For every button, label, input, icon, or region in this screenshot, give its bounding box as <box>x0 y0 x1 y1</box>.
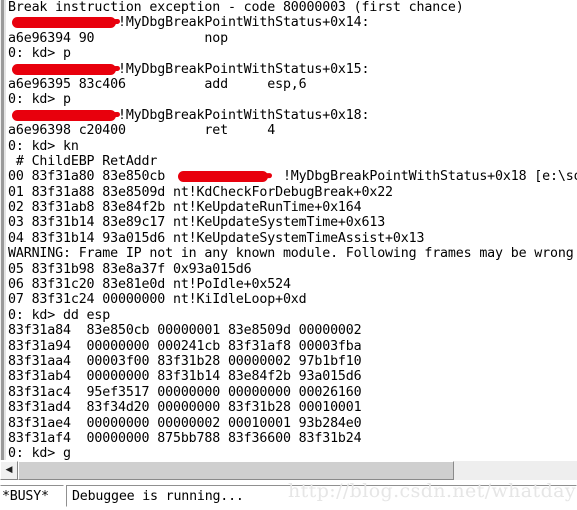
console-line: 83f31a94 00000000 000241cb 83f31af8 0000… <box>8 338 362 354</box>
windbg-command-window: Break instruction exception - code 80000… <box>0 0 577 510</box>
console-line: 83f31af4 00000000 875bb788 83f36600 83f3… <box>8 430 362 446</box>
console-line: 83f31a84 83e850cb 00000001 83e8509d 0000… <box>8 323 362 339</box>
console-line: !MyDbgBreakPointWithStatus+0x18: <box>8 107 370 123</box>
console-line: a6e96395 83c406 add esp,6 <box>8 76 307 92</box>
console-line: 0: kd> g <box>8 446 71 460</box>
console-line: 04 83f31b14 93a015d6 nt!KeUpdateSystemTi… <box>8 230 425 246</box>
horizontal-scroll-thumb[interactable] <box>18 461 455 480</box>
status-bar: *BUSY* Debuggee is running... <box>0 480 577 510</box>
console-line: 05 83f31b98 83e8a37f 0x93a015d6 <box>8 261 252 277</box>
horizontal-scroll-track[interactable] <box>18 461 577 480</box>
console-line: !MyDbgBreakPointWithStatus+0x14: <box>8 15 370 31</box>
console-log[interactable]: Break instruction exception - code 80000… <box>6 0 577 460</box>
command-output-pane[interactable]: Break instruction exception - code 80000… <box>0 0 577 460</box>
console-line: !MyDbgBreakPointWithStatus+0x15: <box>8 61 370 77</box>
console-line: 03 83f31b14 83e89c17 nt!KeUpdateSystemTi… <box>8 215 386 231</box>
console-line: 06 83f31c20 83e81e0d nt!PoIdle+0x524 <box>8 277 291 293</box>
console-line: 00 83f31a80 83e850cb !MyDbgBreakPointWit… <box>8 169 577 185</box>
console-line: 0: kd> p <box>8 92 71 108</box>
console-line: 83f31ab4 00000000 83f31b14 83e84f2b 93a0… <box>8 369 362 385</box>
console-line: WARNING: Frame IP not in any known modul… <box>8 246 574 262</box>
console-line: 01 83f31a88 83e8509d nt!KdCheckForDebugB… <box>8 184 393 200</box>
console-line: 83f31ac4 95ef3517 00000000 00000000 0002… <box>8 384 362 400</box>
console-line: a6e96398 c20400 ret 4 <box>8 123 276 139</box>
status-badge: *BUSY* <box>0 485 64 507</box>
console-line: 83f31aa4 00003f00 83f31b28 00000002 97b1… <box>8 353 362 369</box>
console-line: 0: kd> kn <box>8 138 79 154</box>
console-line: 0: kd> p <box>8 46 71 62</box>
console-line: 0: kd> dd esp <box>8 307 111 323</box>
console-line: 83f31ae4 00000000 00000002 00010001 93b2… <box>8 415 362 431</box>
chevron-left-icon[interactable]: ◀ <box>0 461 18 480</box>
console-line: a6e96394 90 nop <box>8 30 228 46</box>
horizontal-scrollbar[interactable]: ◀ <box>0 460 577 480</box>
console-line: 07 83f31c24 00000000 nt!KiIdleLoop+0xd <box>8 292 307 308</box>
console-line: # ChildEBP RetAddr <box>8 153 158 169</box>
console-line: 83f31ad4 83f34d20 00000000 83f31b28 0001… <box>8 400 362 416</box>
console-line: Break instruction exception - code 80000… <box>8 0 464 15</box>
status-message: Debuggee is running... <box>66 485 577 507</box>
console-line: 02 83f31ab8 83e84f2b nt!KeUpdateRunTime+… <box>8 200 362 216</box>
